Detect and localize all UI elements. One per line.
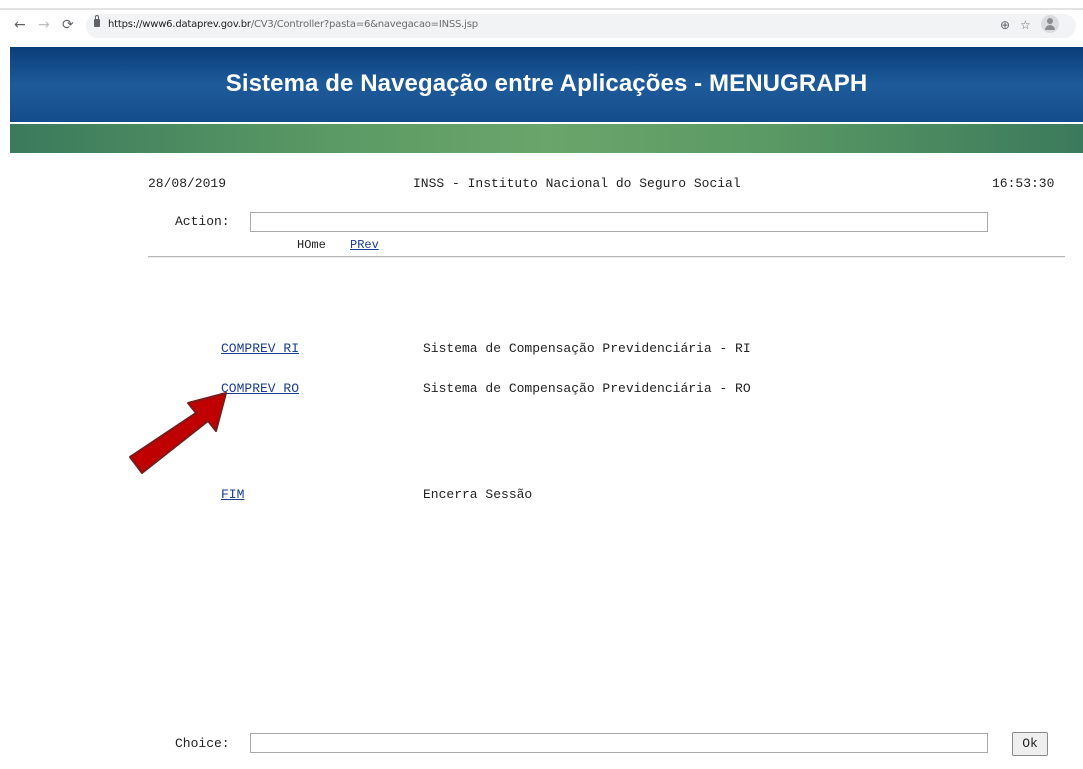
back-icon[interactable]: ←: [14, 17, 26, 33]
lock-icon: [94, 15, 100, 27]
prev-link[interactable]: PRev: [350, 238, 379, 252]
address-bar[interactable]: https://www6.dataprev.gov.br/CV3/Control…: [86, 14, 1076, 38]
tab-strip-line: [0, 8, 1083, 10]
url-path: /CV3/Controller?pasta=6&navegacao=INSS.j…: [250, 19, 478, 30]
url-host: https://www6.dataprev.gov.br: [108, 19, 251, 30]
arrow-annotation-icon: [129, 392, 227, 474]
choice-label: Choice:: [175, 736, 230, 751]
date-label: 28/08/2019: [148, 176, 227, 191]
time-label: 16:53:30: [992, 176, 1055, 191]
menu-desc-comprev-ri: Sistema de Compensação Previdenciária - …: [423, 341, 751, 356]
action-label: Action:: [175, 214, 230, 229]
browser-toolbar: ← → ⟳ https://www6.dataprev.gov.br/CV3/C…: [0, 0, 1083, 44]
forward-icon[interactable]: →: [38, 17, 50, 33]
header-banner: Sistema de Navegação entre Aplicações - …: [10, 47, 1083, 122]
banner-title: Sistema de Navegação entre Aplicações - …: [225, 70, 868, 97]
reload-icon[interactable]: ⟳: [62, 17, 74, 33]
decorative-strip: [10, 124, 1083, 153]
org-title: INSS - Instituto Nacional do Seguro Soci…: [413, 176, 741, 191]
menu-desc-fim: Encerra Sessão: [423, 487, 533, 502]
menu-link-fim[interactable]: FIM: [221, 487, 244, 502]
divider: [148, 256, 1065, 258]
home-option[interactable]: HOme: [297, 238, 326, 252]
choice-input[interactable]: [250, 733, 988, 753]
menu-desc-comprev-ro: Sistema de Compensação Previdenciária - …: [423, 381, 751, 396]
menu-link-comprev-ri[interactable]: COMPREV RI: [221, 341, 299, 356]
profile-icon[interactable]: [1041, 15, 1059, 33]
star-icon[interactable]: ☆: [1020, 18, 1031, 32]
url-text[interactable]: https://www6.dataprev.gov.br/CV3/Control…: [108, 19, 478, 30]
ok-button[interactable]: Ok: [1012, 732, 1048, 756]
zoom-icon[interactable]: ⊕: [1000, 18, 1010, 32]
action-input[interactable]: [250, 212, 988, 232]
